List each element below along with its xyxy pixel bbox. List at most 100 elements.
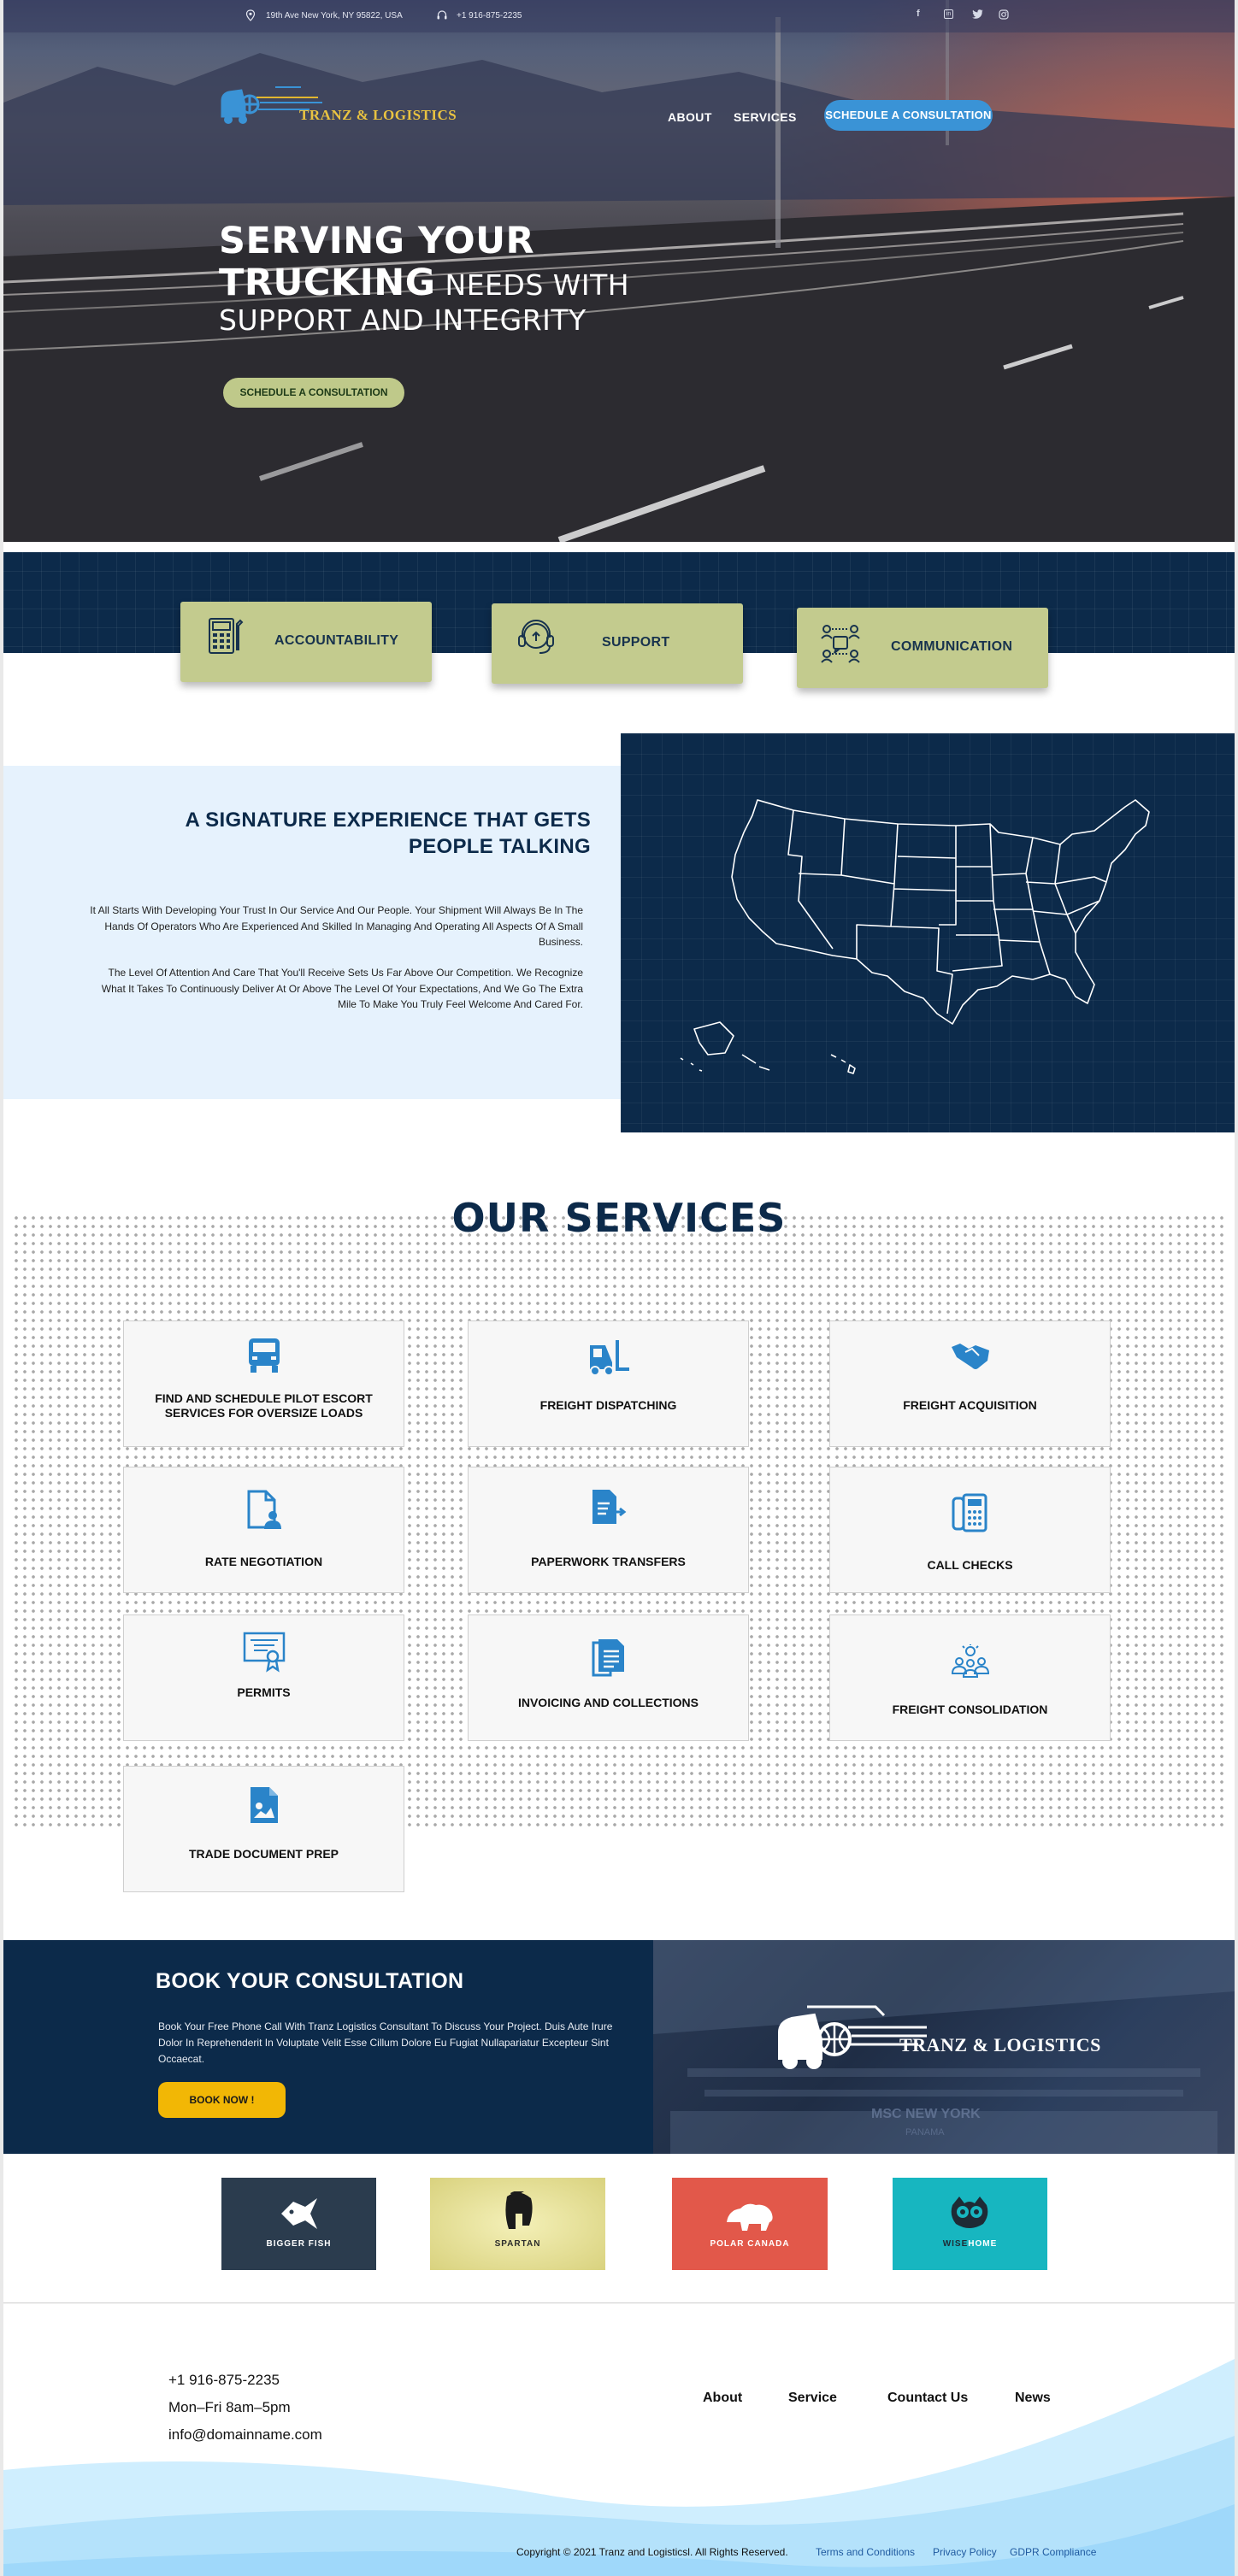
topbar-phone: +1 916-875-2235: [457, 11, 522, 21]
svg-text:PANAMA: PANAMA: [905, 2127, 945, 2138]
group-idea-icon: [951, 1644, 989, 1678]
service-card[interactable]: PAPERWORK TRANSFERS: [468, 1467, 749, 1593]
owl-icon: [951, 2197, 988, 2228]
partner-logo-wise-home[interactable]: WISEHOME: [893, 2178, 1047, 2270]
signature-paragraph-1: It All Starts With Developing Your Trust…: [90, 904, 583, 949]
service-card[interactable]: FIND AND SCHEDULE PILOT ESCORT SERVICES …: [123, 1320, 404, 1447]
value-label: COMMUNICATION: [891, 639, 1013, 654]
hero-line-3: SUPPORT AND INTEGRITY: [219, 303, 587, 338]
footer-email[interactable]: info@domainname.com: [168, 2426, 322, 2444]
hero-section: 19th Ave New York, NY 95822, USA +1 916-…: [3, 0, 1235, 542]
consultation-text: Book Your Free Phone Call With Tranz Log…: [158, 2020, 613, 2066]
hero-schedule-consultation-button[interactable]: SCHEDULE A CONSULTATION: [223, 378, 404, 408]
spartan-helmet-icon: [505, 2191, 533, 2229]
headset-icon: [518, 620, 554, 654]
signature-section: A SIGNATURE EXPERIENCE THAT GETS PEOPLE …: [3, 766, 621, 1099]
facebook-icon[interactable]: f: [917, 9, 920, 19]
footer-hours: Mon–Fri 8am–5pm: [168, 2399, 291, 2415]
terms-link[interactable]: Terms and Conditions: [816, 2546, 915, 2558]
calculator-icon: [209, 618, 244, 654]
partner-name: WISEHOME: [893, 2239, 1047, 2249]
service-card[interactable]: FREIGHT ACQUISITION: [829, 1320, 1111, 1447]
partner-name-dark: WISE: [942, 2239, 969, 2249]
instagram-icon[interactable]: [999, 9, 1009, 20]
handshake-icon: [951, 1344, 989, 1369]
document-transfer-icon: [592, 1490, 626, 1524]
service-label: FIND AND SCHEDULE PILOT ESCORT SERVICES …: [155, 1391, 373, 1420]
footer-nav-contact[interactable]: Countact Us: [887, 2391, 968, 2406]
value-card-communication: COMMUNICATION: [797, 608, 1048, 688]
hero-line-2-thin: NEEDS WITH: [435, 268, 630, 303]
service-card[interactable]: PERMITS: [123, 1614, 404, 1741]
usa-map-illustration: [680, 799, 1150, 1074]
nav-services-link[interactable]: SERVICES: [734, 110, 797, 124]
truck-icon: [248, 1338, 280, 1373]
service-label: FREIGHT CONSOLIDATION: [892, 1703, 1048, 1716]
document-user-icon: [247, 1490, 281, 1529]
signature-paragraph-2: The Level Of Attention And Care That You…: [101, 967, 583, 1011]
service-card[interactable]: INVOICING AND COLLECTIONS: [468, 1614, 749, 1741]
tranz-logistics-logo[interactable]: [215, 79, 438, 133]
consultation-image: MSC NEW YORK PANAMA TRANZ & LOGISTICS: [653, 1940, 1235, 2154]
top-info-bar: [3, 0, 1235, 32]
linkedin-icon[interactable]: in: [944, 9, 953, 19]
usa-map-panel: [621, 733, 1235, 1132]
nav-about-link[interactable]: ABOUT: [668, 110, 712, 124]
signature-title: A SIGNATURE EXPERIENCE THAT GETS PEOPLE …: [185, 809, 591, 859]
copyright-text: Copyright © 2021 Tranz and Logisticsl. A…: [516, 2546, 788, 2558]
hero-headline: SERVING YOUR TRUCKING NEEDS WITH SUPPORT…: [219, 220, 630, 338]
certificate-icon: [243, 1632, 285, 1673]
page: 19th Ave New York, NY 95822, USA +1 916-…: [3, 0, 1235, 2576]
service-card[interactable]: TRADE DOCUMENT PREP: [123, 1766, 404, 1892]
partner-logo-spartan[interactable]: SPARTAN: [430, 2178, 605, 2270]
service-label: RATE NEGOTIATION: [204, 1555, 323, 1568]
headset-icon: [437, 10, 447, 20]
service-label: FREIGHT DISPATCHING: [539, 1398, 677, 1412]
consultation-logo-text: TRANZ & LOGISTICS: [899, 2034, 1101, 2056]
service-card[interactable]: FREIGHT DISPATCHING: [468, 1320, 749, 1447]
documents-icon: [592, 1639, 624, 1677]
services-title: OUR SERVICES: [451, 1195, 787, 1241]
team-communication-icon: [821, 625, 860, 663]
tranz-logistics-logo-white: [778, 2005, 927, 2069]
book-now-button[interactable]: BOOK NOW !: [158, 2082, 286, 2118]
gdpr-link[interactable]: GDPR Compliance: [1010, 2546, 1096, 2558]
topbar-address: 19th Ave New York, NY 95822, USA: [266, 11, 403, 21]
phone-icon: [952, 1493, 987, 1532]
footer-nav-about[interactable]: About: [703, 2391, 742, 2406]
partner-logo-bigger-fish[interactable]: BIGGER FISH: [221, 2178, 376, 2270]
consultation-title: BOOK YOUR CONSULTATION: [156, 1969, 464, 1993]
value-label: SUPPORT: [602, 635, 670, 650]
partner-name: SPARTAN: [494, 2239, 541, 2249]
footer-nav-news[interactable]: News: [1015, 2391, 1051, 2406]
service-label: PERMITS: [237, 1685, 291, 1699]
footer-nav-service[interactable]: Service: [788, 2391, 837, 2406]
service-label: TRADE DOCUMENT PREP: [188, 1847, 339, 1861]
hero-line-1: SERVING YOUR: [219, 220, 535, 262]
forklift-icon: [589, 1340, 629, 1376]
fish-icon: [281, 2198, 317, 2229]
value-card-accountability: ACCOUNTABILITY: [180, 602, 432, 682]
service-card[interactable]: CALL CHECKS: [829, 1467, 1111, 1593]
partner-name: BIGGER FISH: [266, 2239, 332, 2249]
footer-phone[interactable]: +1 916-875-2235: [168, 2372, 280, 2389]
hero-line-2-bold: TRUCKING: [219, 262, 436, 305]
service-card[interactable]: FREIGHT CONSOLIDATION: [829, 1614, 1111, 1741]
brand-name: TRANZ & LOGISTICS: [299, 107, 457, 123]
service-label: FREIGHT ACQUISITION: [903, 1398, 1037, 1412]
document-image-icon: [250, 1787, 278, 1823]
service-label: INVOICING AND COLLECTIONS: [517, 1696, 699, 1709]
value-card-support: SUPPORT: [492, 603, 743, 684]
service-label: CALL CHECKS: [927, 1558, 1013, 1572]
svg-text:MSC NEW YORK: MSC NEW YORK: [871, 2107, 981, 2121]
service-label: PAPERWORK TRANSFERS: [531, 1555, 686, 1568]
partner-logo-polar-canada[interactable]: POLAR CANADA: [672, 2178, 828, 2270]
service-card[interactable]: RATE NEGOTIATION: [123, 1467, 404, 1593]
privacy-link[interactable]: Privacy Policy: [933, 2546, 997, 2558]
nav-schedule-consultation-button[interactable]: SCHEDULE A CONSULTATION: [824, 100, 993, 131]
twitter-icon[interactable]: [972, 9, 983, 19]
value-label: ACCOUNTABILITY: [274, 633, 399, 648]
polar-bear-icon: [727, 2203, 773, 2231]
partner-name: POLAR CANADA: [710, 2239, 790, 2249]
location-pin-icon: [245, 9, 256, 21]
